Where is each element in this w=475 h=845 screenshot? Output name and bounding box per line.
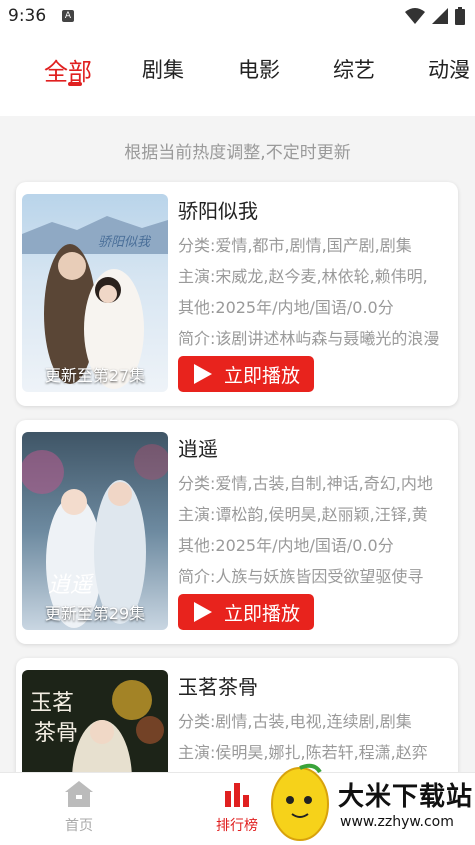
play-icon: [194, 364, 212, 384]
category-tabs: 全部 剧集 电影 综艺 动漫: [0, 34, 475, 116]
play-button-label: 立即播放: [224, 364, 301, 387]
status-time: 9:36: [8, 6, 47, 26]
drama-info: 逍遥 分类:爱情,古装,自制,神话,奇幻,内地 主演:谭松韵,侯明昊,赵丽颖,汪…: [178, 434, 458, 592]
drama-title[interactable]: 玉茗茶骨: [178, 672, 458, 706]
drama-title[interactable]: 逍遥: [178, 434, 458, 468]
update-hint: 根据当前热度调整,不定时更新: [124, 143, 351, 163]
watermark-url: www.zzhyw.com: [340, 814, 454, 830]
tab-series[interactable]: 剧集: [142, 54, 184, 94]
nav-home[interactable]: 首页: [39, 781, 119, 835]
drama-intro: 简介:该剧讲述林屿森与聂曦光的浪漫: [178, 329, 440, 348]
drama-category: 分类:剧情,古装,电视,连续剧,剧集: [178, 712, 412, 731]
drama-other: 其他:2025年/内地/国语/0.0分: [178, 536, 394, 555]
drama-category: 分类:爱情,都市,剧情,国产剧,剧集: [178, 236, 412, 255]
notification-icon: A: [62, 10, 74, 22]
svg-text:玉茗: 玉茗: [30, 691, 74, 716]
watermark-name: 大米下载站: [338, 782, 474, 812]
update-badge: 更新至第27集: [44, 366, 146, 385]
drama-info: 骄阳似我 分类:爱情,都市,剧情,国产剧,剧集 主演:宋威龙,赵今麦,林依轮,赖…: [178, 196, 458, 354]
home-icon: [65, 781, 93, 807]
drama-other: 其他:2025年/内地/国语/0.0分: [178, 298, 394, 317]
nav-home-label: 首页: [65, 818, 93, 834]
play-button[interactable]: 立即播放: [178, 594, 314, 630]
tab-movies[interactable]: 电影: [238, 54, 280, 94]
play-icon: [194, 602, 212, 622]
drama-card[interactable]: 骄阳似我 更新至第27集 骄阳似我 分类:爱情,都市,剧情,国产剧,剧集 主演:…: [16, 182, 458, 406]
status-icons: [405, 7, 465, 25]
play-button[interactable]: 立即播放: [178, 356, 314, 392]
update-badge: 更新至第29集: [44, 604, 146, 623]
tab-active-indicator: [68, 82, 82, 86]
wifi-icon: [405, 8, 425, 24]
drama-intro: 简介:人族与妖族皆因受欲望驱使寻: [178, 567, 424, 586]
drama-category: 分类:爱情,古装,自制,神话,奇幻,内地: [178, 474, 433, 493]
poster-image[interactable]: 玉茗 茶骨: [22, 670, 168, 788]
poster-image[interactable]: 骄阳似我 更新至第27集: [22, 194, 168, 392]
tab-variety[interactable]: 综艺: [333, 54, 375, 94]
rice-mascot-logo: [271, 763, 329, 841]
drama-cast: 主演:谭松韵,侯明昊,赵丽颖,汪铎,黄: [178, 505, 428, 524]
drama-cast: 主演:宋威龙,赵今麦,林依轮,赖伟明,: [178, 267, 428, 286]
drama-card[interactable]: 逍遥 更新至第29集 逍遥 分类:爱情,古装,自制,神话,奇幻,内地 主演:谭松…: [16, 420, 458, 644]
drama-info: 玉茗茶骨 分类:剧情,古装,电视,连续剧,剧集 主演:侯明昊,娜扎,陈若轩,程潇…: [178, 672, 458, 768]
svg-text:茶骨: 茶骨: [34, 721, 78, 746]
battery-icon: [455, 7, 465, 25]
svg-text:骄阳似我: 骄阳似我: [98, 235, 152, 250]
play-button-label: 立即播放: [224, 602, 301, 625]
ranking-icon: [225, 783, 249, 807]
status-bar: 9:36 A: [0, 0, 475, 34]
poster-image[interactable]: 逍遥 更新至第29集: [22, 432, 168, 630]
tab-anime[interactable]: 动漫: [428, 54, 470, 94]
tab-all[interactable]: 全部: [44, 52, 92, 92]
watermark: 大米下载站 www.zzhyw.com: [262, 758, 475, 844]
svg-text:逍遥: 逍遥: [48, 573, 95, 598]
signal-icon: [432, 8, 448, 24]
drama-title[interactable]: 骄阳似我: [178, 196, 458, 230]
